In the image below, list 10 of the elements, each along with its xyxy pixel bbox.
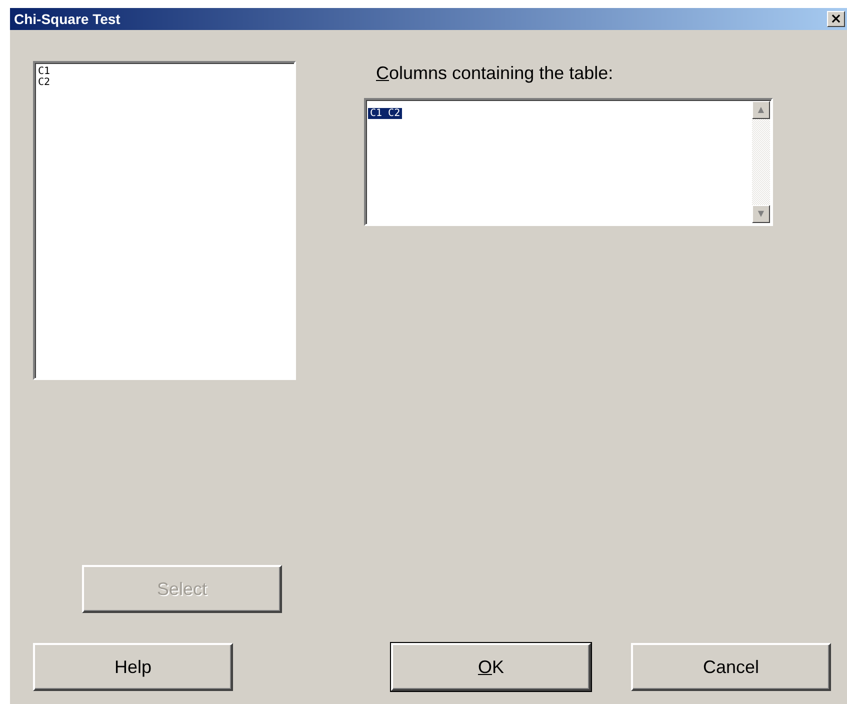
variable-list[interactable]: C1 C2 <box>33 61 296 380</box>
ok-button[interactable]: OK <box>391 643 591 691</box>
close-button[interactable]: × <box>827 11 845 27</box>
help-button[interactable]: Help <box>33 643 233 691</box>
field-value: C1 C2 <box>368 108 402 119</box>
field-label: Columns containing the table: <box>376 63 614 85</box>
list-item[interactable]: C1 <box>38 66 291 77</box>
cancel-button[interactable]: Cancel <box>631 643 831 691</box>
list-item[interactable]: C2 <box>38 77 291 88</box>
window-title: Chi-Square Test <box>14 11 120 27</box>
